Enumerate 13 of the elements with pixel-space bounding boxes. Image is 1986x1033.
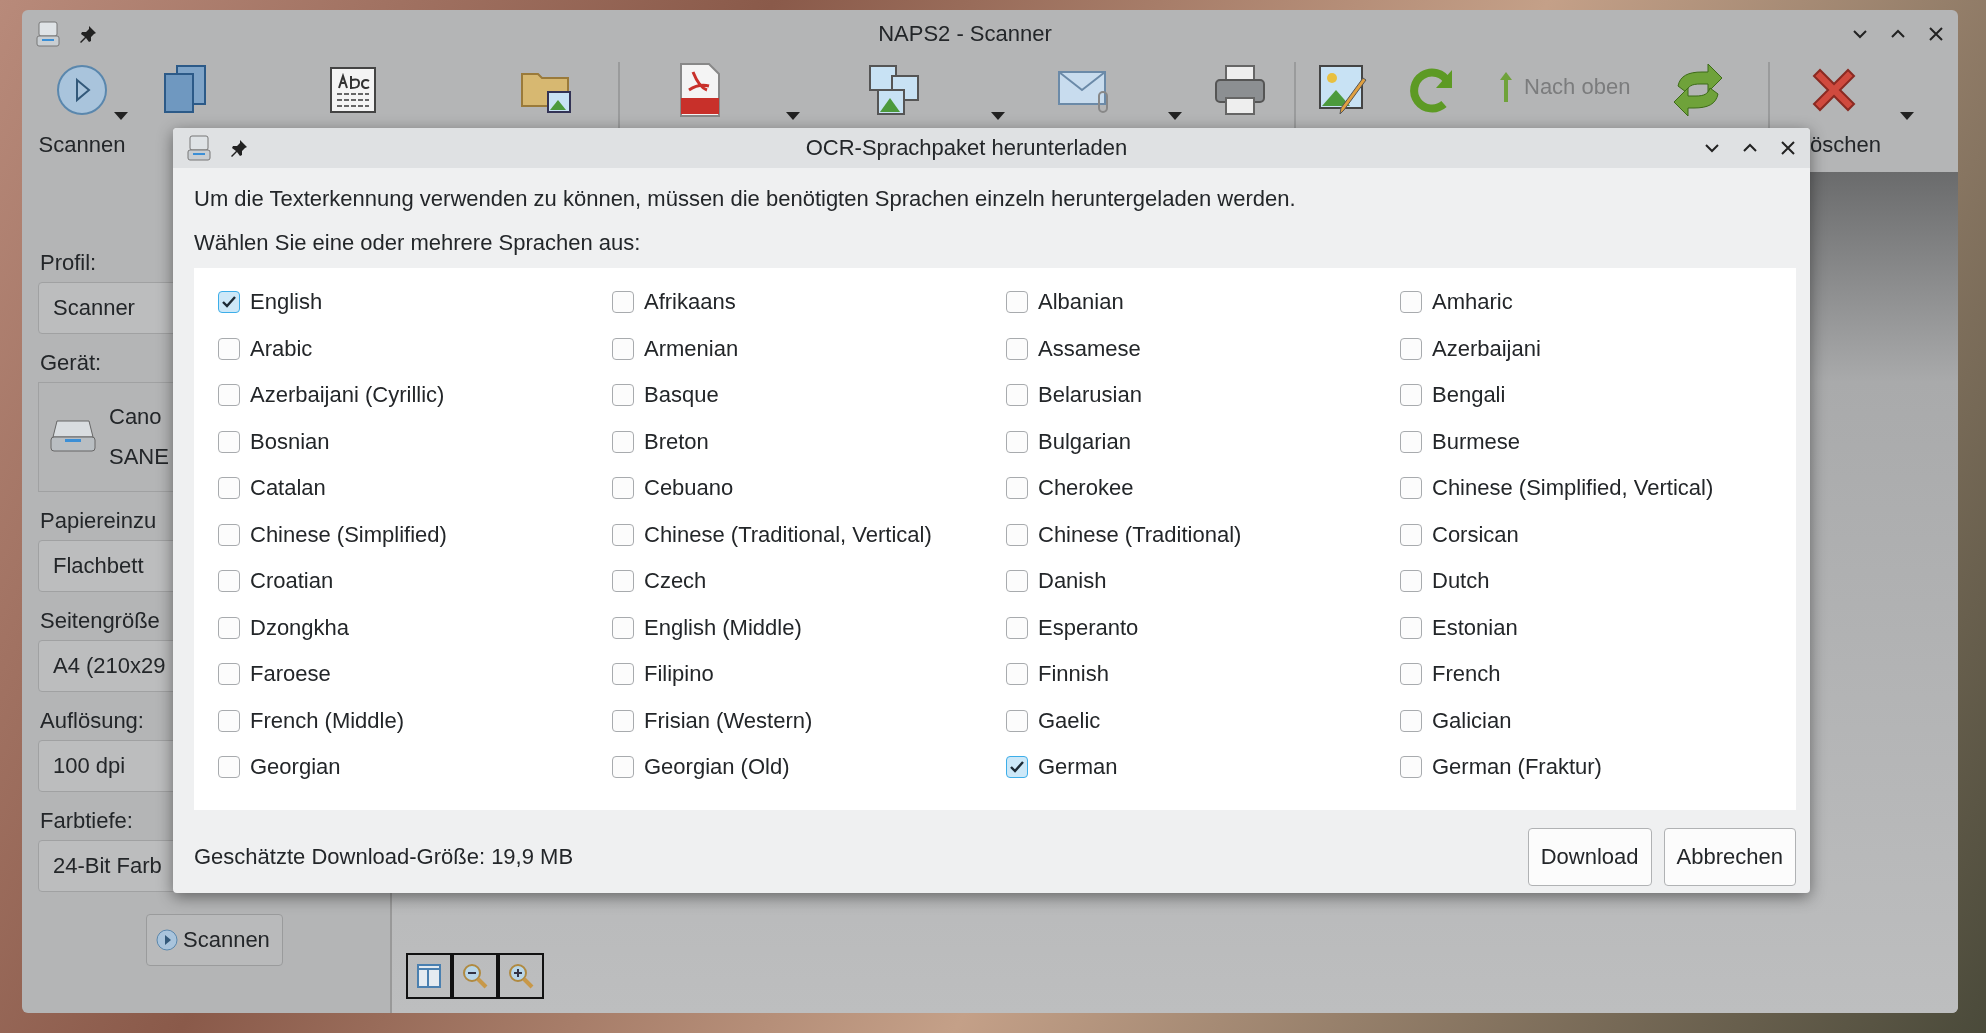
download-size-text: Geschätzte Download-Größe: 19,9 MB bbox=[194, 844, 575, 870]
setting-label: Seitengröße bbox=[40, 608, 160, 634]
device-name: SANE bbox=[109, 444, 169, 470]
prompt-text: Wählen Sie eine oder mehrere Sprachen aus: bbox=[194, 230, 642, 256]
setting-label: Gerät: bbox=[40, 350, 102, 376]
device-name: Cano bbox=[109, 404, 163, 430]
setting-label: Papiereinzu bbox=[40, 508, 157, 534]
window-title: NAPS2 - Scanner bbox=[877, 21, 1053, 47]
intro-text: Um die Texterkennung verwenden zu können, müssen die benötigten Sprachen einzeln heruntergeladen werden. bbox=[194, 186, 1297, 212]
setting-label: Farbtiefe: bbox=[40, 808, 133, 834]
dialog-title: OCR-Sprachpaket herunterladen bbox=[804, 135, 1129, 161]
setting-label: Profil: bbox=[40, 250, 97, 276]
setting-label: Auflösung: bbox=[40, 708, 144, 734]
